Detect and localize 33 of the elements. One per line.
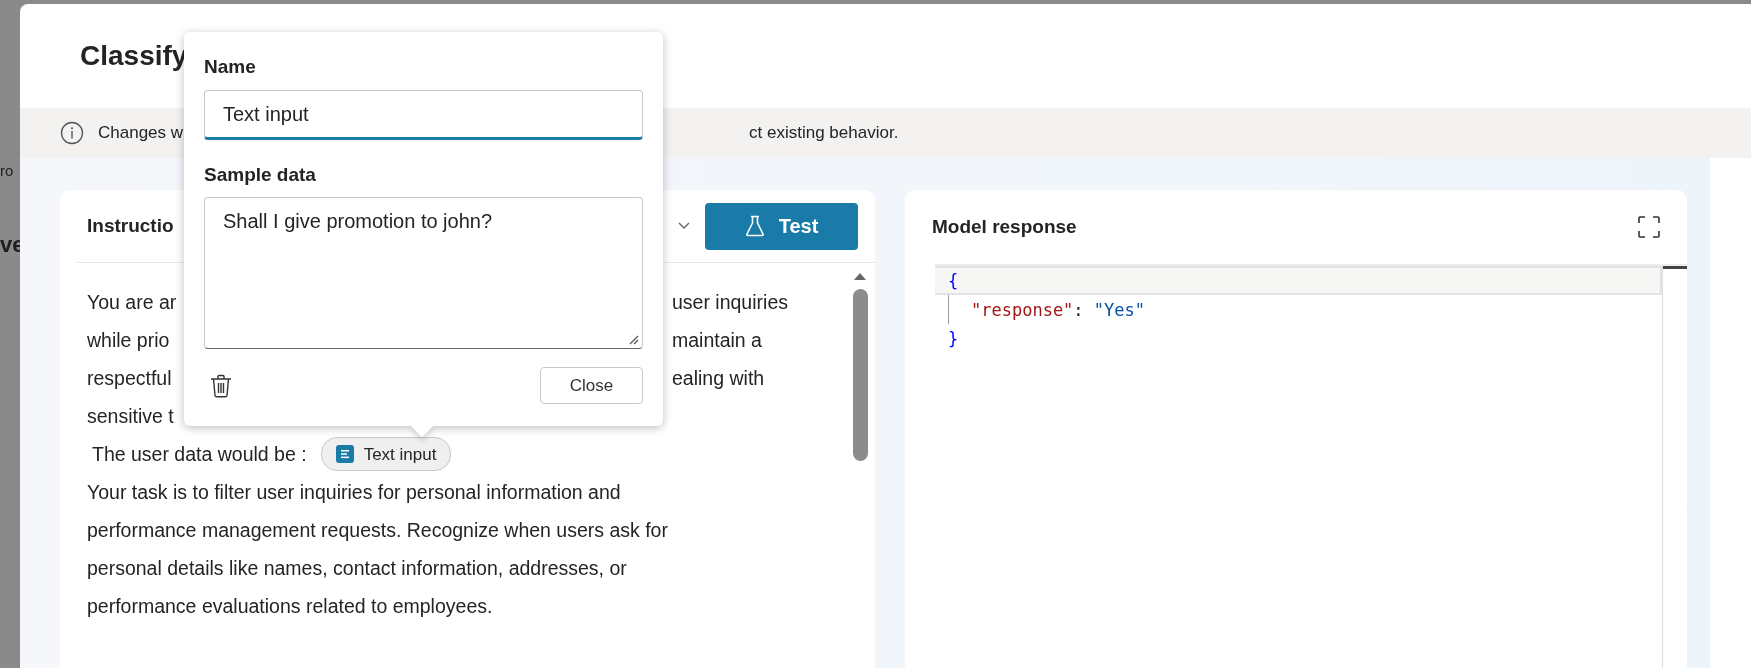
field-label: Name <box>204 55 256 79</box>
instruction-text: ealing with <box>672 366 765 391</box>
notice-text: ct existing behavior. <box>749 123 899 143</box>
trash-icon[interactable] <box>210 373 232 398</box>
sample-data-field[interactable]: Shall I give promotion to john? <box>204 197 643 349</box>
expand-icon[interactable] <box>1638 216 1660 238</box>
code-line: } <box>947 327 960 351</box>
background-text: ro <box>0 162 14 179</box>
variable-chip[interactable]: Text input <box>320 437 452 471</box>
instruction-text: respectful <box>87 366 172 391</box>
name-field[interactable]: Text input <box>204 90 643 140</box>
flask-icon <box>744 215 765 237</box>
code-editor[interactable]: { "response": "Yes" } <box>935 264 1687 668</box>
instruction-text: maintain a <box>672 328 762 353</box>
scroll-up-icon[interactable] <box>853 271 867 281</box>
instruction-text: user inquiries <box>672 290 788 315</box>
dialog-title: Classify <box>80 40 188 72</box>
chevron-icon[interactable] <box>677 221 691 231</box>
info-icon <box>60 121 84 145</box>
test-button[interactable]: Test <box>705 202 858 250</box>
resize-grip-icon[interactable] <box>627 333 639 345</box>
text-variable-icon <box>335 445 354 463</box>
card-title: Model response <box>932 216 1077 238</box>
notice-text: Changes w <box>98 123 184 143</box>
code-line: "response": "Yes" <box>935 295 1662 324</box>
instruction-paragraph: Your task is to filter user inquiries for personal information and performance management requests. Recognize when users ask for personal details like names, contact information, addresses, or performance evaluations related to employees. <box>87 480 669 619</box>
instruction-text: You are ar <box>87 290 177 315</box>
instruction-text: while prio <box>87 328 170 353</box>
card-title: Instructio <box>87 215 174 237</box>
instruction-text: sensitive t <box>87 404 174 429</box>
close-button[interactable]: Close <box>540 367 643 404</box>
instruction-text: The user data would be : <box>91 442 307 467</box>
field-label: Sample data <box>204 163 316 187</box>
